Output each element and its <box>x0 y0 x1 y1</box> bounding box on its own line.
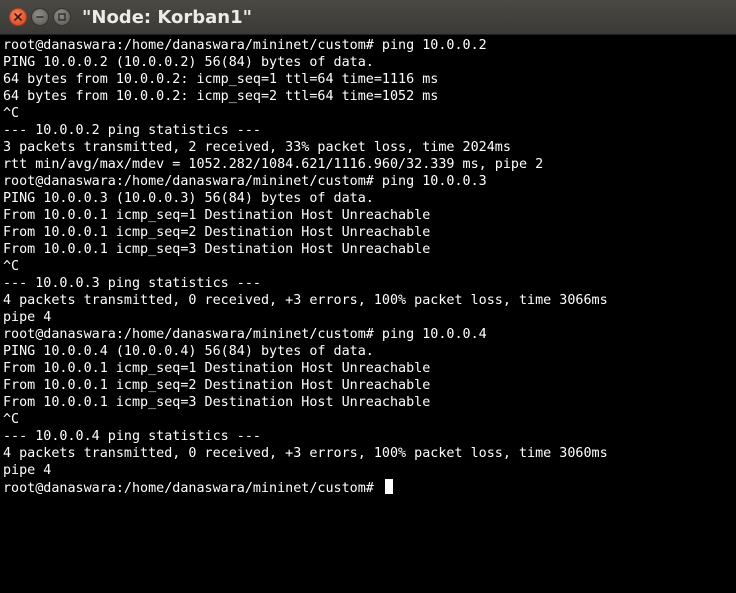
terminal-line: From 10.0.0.1 icmp_seq=2 Destination Hos… <box>3 225 431 240</box>
terminal-line: rtt min/avg/max/mdev = 1052.282/1084.621… <box>3 157 544 172</box>
maximize-icon <box>58 13 66 21</box>
minimize-button[interactable] <box>31 8 49 26</box>
terminal-output[interactable]: root@danaswara:/home/danaswara/mininet/c… <box>0 35 736 593</box>
terminal-line: ^C <box>3 106 20 121</box>
maximize-button[interactable] <box>53 8 71 26</box>
terminal-line: From 10.0.0.1 icmp_seq=2 Destination Hos… <box>3 378 431 393</box>
terminal-line: pipe 4 <box>3 463 52 478</box>
terminal-line: ^C <box>3 412 20 427</box>
terminal-window: "Node: Korban1" root@danaswara:/home/dan… <box>0 0 736 593</box>
terminal-line: --- 10.0.0.3 ping statistics --- <box>3 276 261 291</box>
terminal-line: PING 10.0.0.4 (10.0.0.4) 56(84) bytes of… <box>3 344 374 359</box>
terminal-line: pipe 4 <box>3 310 52 325</box>
terminal-line: 64 bytes from 10.0.0.2: icmp_seq=2 ttl=6… <box>3 89 439 104</box>
terminal-line: root@danaswara:/home/danaswara/mininet/c… <box>3 174 487 189</box>
terminal-line: --- 10.0.0.4 ping statistics --- <box>3 429 261 444</box>
window-title: "Node: Korban1" <box>82 7 252 28</box>
terminal-line: From 10.0.0.1 icmp_seq=1 Destination Hos… <box>3 361 431 376</box>
terminal-line: PING 10.0.0.3 (10.0.0.3) 56(84) bytes of… <box>3 191 374 206</box>
terminal-line: --- 10.0.0.2 ping statistics --- <box>3 123 261 138</box>
terminal-line: root@danaswara:/home/danaswara/mininet/c… <box>3 38 487 53</box>
terminal-line: 4 packets transmitted, 0 received, +3 er… <box>3 293 608 308</box>
terminal-line: 4 packets transmitted, 0 received, +3 er… <box>3 446 608 461</box>
shell-prompt: root@danaswara:/home/danaswara/mininet/c… <box>3 481 382 496</box>
title-bar[interactable]: "Node: Korban1" <box>0 0 736 35</box>
terminal-line: From 10.0.0.1 icmp_seq=3 Destination Hos… <box>3 395 431 410</box>
terminal-line: root@danaswara:/home/danaswara/mininet/c… <box>3 327 487 342</box>
minimize-icon <box>36 16 44 18</box>
terminal-line: From 10.0.0.1 icmp_seq=1 Destination Hos… <box>3 208 431 223</box>
text-cursor <box>384 479 393 494</box>
terminal-line: 3 packets transmitted, 2 received, 33% p… <box>3 140 511 155</box>
terminal-line: 64 bytes from 10.0.0.2: icmp_seq=1 ttl=6… <box>3 72 439 87</box>
terminal-line: ^C <box>3 259 20 274</box>
terminal-line: PING 10.0.0.2 (10.0.0.2) 56(84) bytes of… <box>3 55 374 70</box>
terminal-prompt-line[interactable]: root@danaswara:/home/danaswara/mininet/c… <box>3 479 736 496</box>
close-button[interactable] <box>9 8 27 26</box>
terminal-line: From 10.0.0.1 icmp_seq=3 Destination Hos… <box>3 242 431 257</box>
close-icon <box>14 13 22 21</box>
